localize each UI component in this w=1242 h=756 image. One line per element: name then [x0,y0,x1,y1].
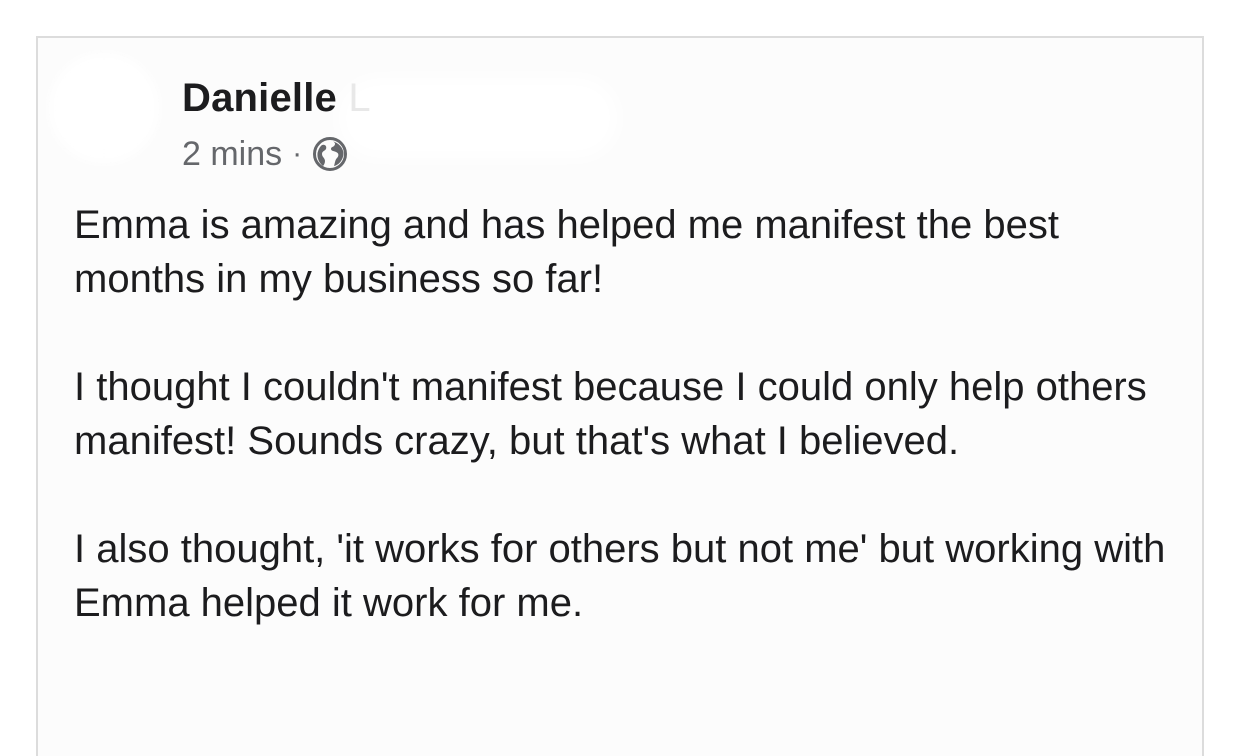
post-paragraph: Emma is amazing and has helped me manife… [74,203,1059,301]
post-timestamp[interactable]: 2 mins [182,135,282,174]
author-name-tail: L [348,76,371,120]
post-body: Emma is amazing and has helped me manife… [74,198,1174,684]
author-name[interactable]: Danielle L [182,76,371,121]
globe-icon[interactable] [312,136,348,172]
meta-separator: · [292,137,303,170]
post-card: Danielle L 2 mins · Emma is amazing and … [36,36,1204,756]
post-meta: 2 mins · [182,134,348,174]
post-paragraph: I also thought, 'it works for others but… [74,527,1166,625]
redacted-blur [338,78,618,158]
avatar[interactable] [44,48,164,168]
author-first-name[interactable]: Danielle [182,76,337,120]
post-paragraph: I thought I couldn't manifest because I … [74,365,1147,463]
